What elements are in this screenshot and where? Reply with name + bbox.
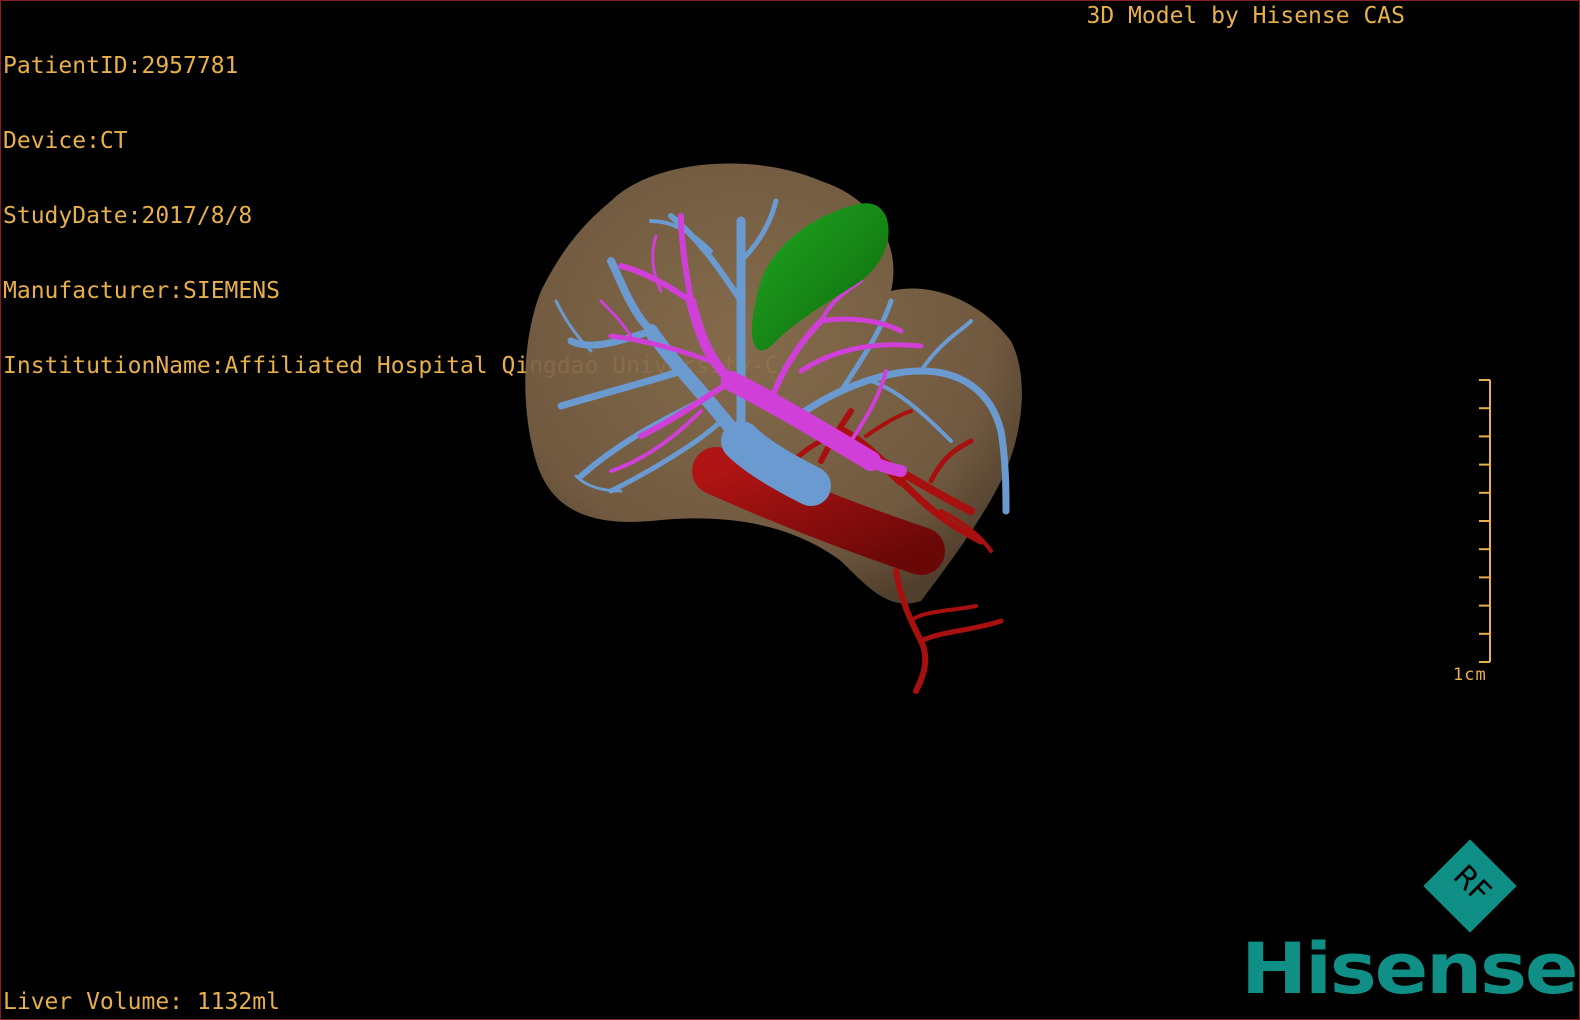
3d-viewport[interactable]: PatientID:2957781 Device:CT StudyDate:20… xyxy=(0,0,1580,1020)
scale-label: 1cm xyxy=(1453,665,1487,685)
model-credit-text: 3D Model by Hisense CAS xyxy=(1086,3,1406,29)
liver-surface xyxy=(525,163,1022,604)
hisense-logo: RF Hisense xyxy=(1233,829,1579,1010)
liver-3d-render[interactable] xyxy=(501,141,1061,701)
rf-badge-icon: RF xyxy=(1423,839,1517,933)
scale-bar xyxy=(1479,379,1491,663)
liver-volume-text: Liver Volume: 1132ml xyxy=(3,989,280,1015)
patient-id-text: PatientID:2957781 xyxy=(3,53,239,79)
brand-name: Hisense xyxy=(1241,928,1579,1010)
